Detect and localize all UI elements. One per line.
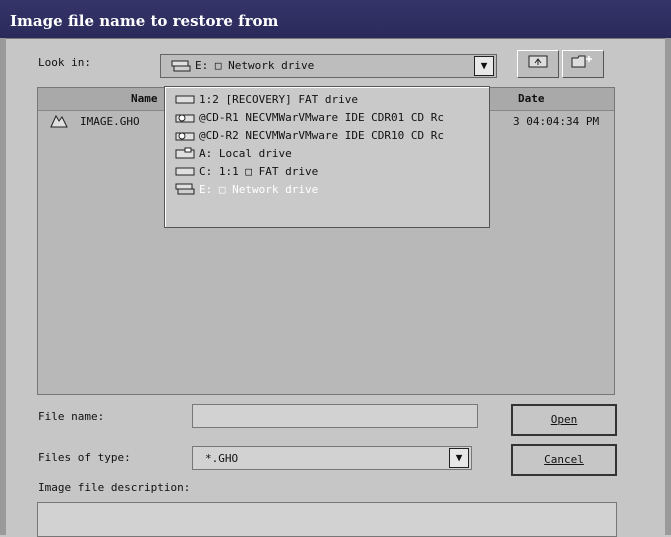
filetype-label: Files of type:	[38, 451, 131, 464]
network-drive-icon	[171, 60, 191, 75]
dropdown-item[interactable]: A: Local drive	[175, 145, 480, 163]
dropdown-item[interactable]: C: 1:1 □ FAT drive	[175, 163, 480, 181]
image-file-icon	[48, 113, 70, 132]
dropdown-item-label: 1:2 [RECOVERY] FAT drive	[199, 93, 358, 106]
title-bar: Image file name to restore from	[0, 0, 671, 39]
up-folder-icon	[528, 55, 548, 72]
description-textarea[interactable]	[37, 502, 617, 537]
cancel-button-label: Cancel	[544, 453, 584, 466]
open-button[interactable]: Open	[511, 404, 617, 436]
dropdown-item[interactable]: 1:2 [RECOVERY] FAT drive	[175, 91, 480, 109]
description-label: Image file description:	[38, 481, 191, 494]
window-frame-left	[0, 38, 6, 535]
lookin-value: E: □ Network drive	[195, 59, 315, 72]
window-title: Image file name to restore from	[10, 12, 279, 30]
floppy-icon	[175, 147, 195, 162]
filename-input[interactable]	[192, 404, 478, 428]
new-folder-icon	[571, 55, 595, 72]
dropdown-item-selected[interactable]: E: □ Network drive	[175, 181, 480, 199]
file-name-cell: IMAGE.GHO	[80, 115, 140, 128]
cd-icon	[175, 129, 195, 144]
network-drive-icon	[175, 183, 195, 198]
dropdown-item-label: E: □ Network drive	[199, 183, 319, 196]
column-header-name[interactable]: Name	[131, 92, 158, 105]
lookin-dropdown-list[interactable]: 1:2 [RECOVERY] FAT drive @CD-R1 NECVMWar…	[164, 86, 490, 228]
dropdown-item[interactable]: @CD-R2 NECVMWarVMware IDE CDR10 CD Rc	[175, 127, 480, 145]
lookin-label: Look in:	[38, 56, 91, 69]
drive-icon	[175, 165, 195, 180]
filetype-dropdown-button[interactable]: ▼	[449, 448, 469, 468]
filetype-value: *.GHO	[205, 452, 239, 465]
new-folder-button[interactable]	[562, 50, 604, 78]
triangle-down-icon: ▼	[455, 451, 463, 464]
triangle-down-icon: ▼	[480, 59, 488, 72]
cancel-button[interactable]: Cancel	[511, 444, 617, 476]
cd-icon	[175, 111, 195, 126]
lookin-combobox[interactable]: E: □ Network drive ▼	[160, 54, 497, 78]
column-header-date[interactable]: Date	[518, 92, 545, 105]
dropdown-item-label: @CD-R1 NECVMWarVMware IDE CDR01 CD Rc	[199, 111, 445, 124]
drive-icon	[175, 93, 195, 108]
filetype-combobox[interactable]: *.GHO ▼	[192, 446, 472, 470]
open-button-label: Open	[550, 413, 578, 426]
window-frame-right	[665, 38, 671, 535]
dropdown-item-label: @CD-R2 NECVMWarVMware IDE CDR10 CD Rc	[199, 129, 445, 142]
filename-label: File name:	[38, 410, 105, 423]
up-folder-button[interactable]	[517, 50, 559, 78]
lookin-dropdown-button[interactable]: ▼	[474, 56, 494, 76]
dropdown-item-label: C: 1:1 □ FAT drive	[199, 165, 319, 178]
dropdown-item-label: A: Local drive	[199, 147, 292, 160]
file-date-cell: 3 04:04:34 PM	[513, 115, 600, 128]
dropdown-item[interactable]: @CD-R1 NECVMWarVMware IDE CDR01 CD Rc	[175, 109, 480, 127]
